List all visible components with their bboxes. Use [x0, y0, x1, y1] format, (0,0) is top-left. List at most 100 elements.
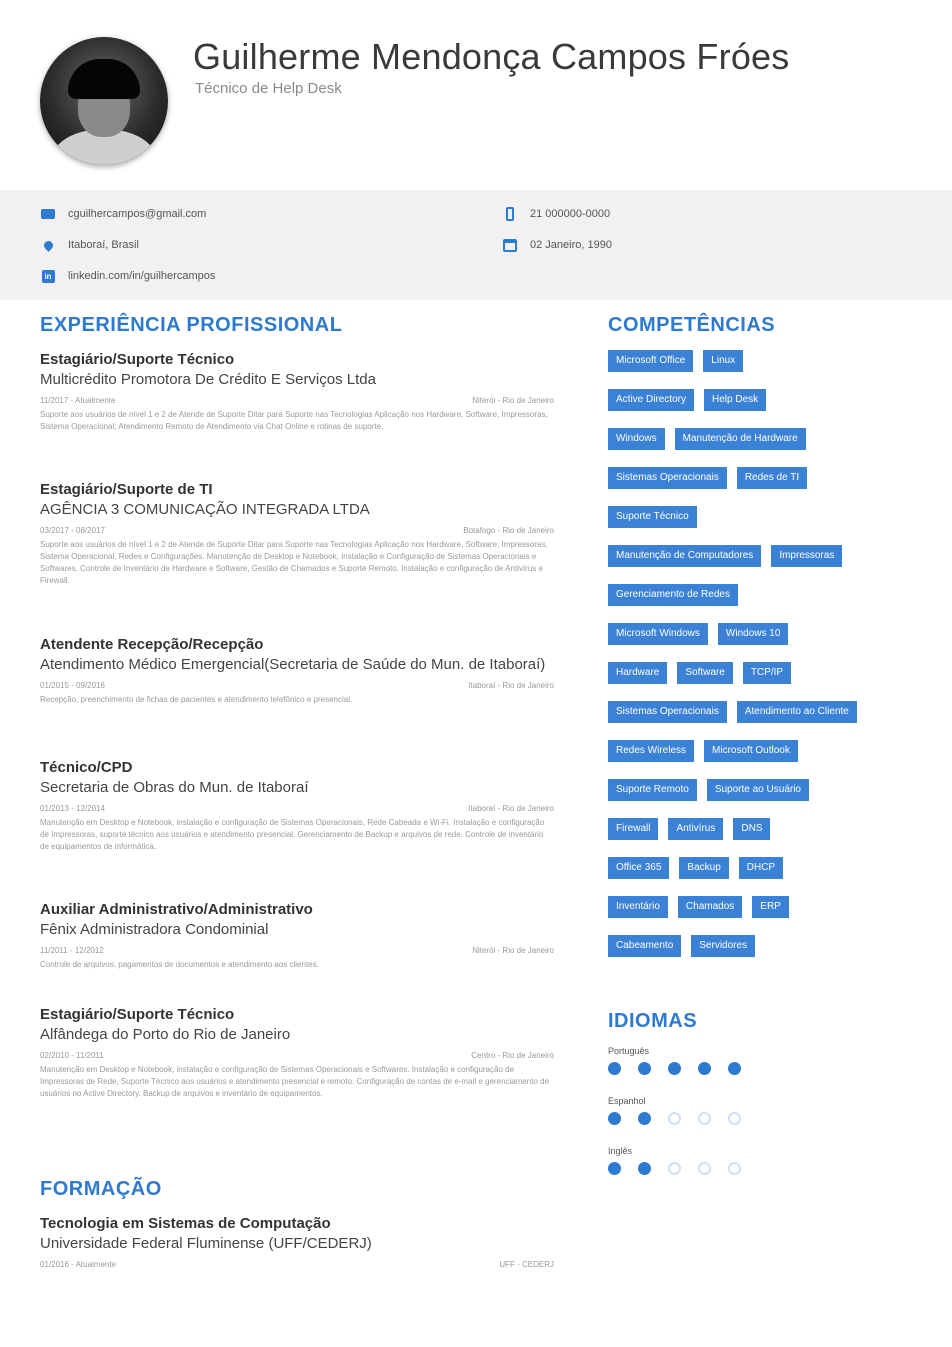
- skill-tag: Active Directory: [608, 389, 695, 411]
- skill-row: Microsoft Windows Windows 10: [608, 623, 908, 662]
- skill-row: Inventário Chamados ERP: [608, 896, 908, 935]
- language-item: Inglês: [608, 1146, 758, 1175]
- skill-tag: Microsoft Windows: [608, 623, 708, 645]
- location-pin-icon: [40, 238, 56, 252]
- job-description: Controle de arquivos, pagamentos de docu…: [40, 960, 319, 969]
- contact-linkedin[interactable]: in linkedin.com/in/guilhercampos: [40, 266, 215, 286]
- skill-row: Active Directory Help Desk: [608, 389, 908, 428]
- level-dot: [668, 1162, 681, 1175]
- skill-tag: Help Desk: [704, 389, 767, 411]
- job-title: Estagiário/Suporte Técnico: [40, 351, 235, 368]
- job-title: Estagiário/Suporte de TI: [40, 481, 213, 498]
- job-company: Alfândega do Porto do Rio de Janeiro: [40, 1026, 291, 1043]
- language-level: [608, 1162, 758, 1175]
- contact-location: Itaboraí, Brasil: [40, 235, 139, 255]
- skill-tag: Suporte Remoto: [608, 779, 697, 801]
- job-title: Estagiário/Suporte Técnico: [40, 1006, 235, 1023]
- job-company: Multicrédito Promotora De Crédito E Serv…: [40, 371, 376, 388]
- phone-icon: [502, 207, 518, 221]
- level-dot: [608, 1112, 621, 1125]
- job-description: Suporte aos usuários de nível 1 e 2 de A…: [40, 410, 548, 431]
- job-dates: 11/2011 - 12/2012: [40, 946, 104, 955]
- job-place: Niterói - Rio de Janeiro: [472, 396, 554, 405]
- school-name: Universidade Federal Fluminense (UFF/CED…: [40, 1235, 372, 1252]
- level-dot: [728, 1062, 741, 1075]
- skill-tag: Suporte ao Usuário: [706, 779, 809, 801]
- job-dates: 01/2015 - 09/2016: [40, 681, 105, 690]
- resume-page: Guilherme Mendonça Campos Fróes Técnico …: [0, 0, 952, 1347]
- skill-row: Sistemas Operacionais Redes de TI: [608, 467, 908, 506]
- skills-list: Microsoft Office Linux Active Directory Hel…: [608, 350, 908, 974]
- job-title: Técnico/CPD: [40, 759, 133, 776]
- skill-tag: Atendimento ao Cliente: [736, 701, 857, 723]
- education-item: Tecnologia em Sistemas de Computação Uni…: [40, 1214, 554, 1270]
- job-title: Atendente Recepção/Recepção: [40, 636, 264, 653]
- skill-row: Suporte Remoto Suporte ao Usuário: [608, 779, 908, 818]
- job-description: Suporte aos usuários de nível 1 e 2 de A…: [40, 540, 548, 585]
- resume-header: Guilherme Mendonça Campos Fróes Técnico …: [0, 0, 952, 190]
- level-dot: [728, 1112, 741, 1125]
- skill-tag: Windows 10: [717, 623, 789, 645]
- experience-item: Estagiário/Suporte de TI AGÊNCIA 3 COMUN…: [40, 480, 554, 587]
- section-title-experience: EXPERIÊNCIA PROFISSIONAL: [40, 314, 343, 336]
- job-description: Manutenção em Desktop e Notebook, instal…: [40, 1065, 550, 1098]
- skill-row: Redes Wireless Microsoft Outlook: [608, 740, 908, 779]
- experience-item: Técnico/CPD Secretaria de Obras do Mun. …: [40, 758, 554, 853]
- experience-item: Estagiário/Suporte Técnico Multicrédito …: [40, 350, 554, 433]
- language-name: Português: [608, 1046, 650, 1056]
- skill-row: Manutenção de Computadores Impressoras: [608, 545, 908, 584]
- calendar-icon: [502, 238, 518, 252]
- job-dates: 03/2017 - 08/2017: [40, 526, 105, 535]
- job-title: Auxiliar Administrativo/Administrativo: [40, 901, 313, 918]
- level-dot: [728, 1162, 741, 1175]
- level-dot: [698, 1062, 711, 1075]
- language-name: Inglês: [608, 1146, 633, 1156]
- level-dot: [668, 1062, 681, 1075]
- skill-tag: Firewall: [608, 818, 659, 840]
- job-place: Itaboraí - Rio de Janeiro: [468, 681, 554, 690]
- level-dot: [698, 1162, 711, 1175]
- job-dates: 11/2017 - Atualmente: [40, 396, 116, 405]
- section-title-languages: IDIOMAS: [608, 1010, 698, 1032]
- skill-row: Cabeamento Servidores: [608, 935, 908, 974]
- skill-tag: Microsoft Office: [608, 350, 694, 372]
- job-dates: 02/2010 - 11/2011: [40, 1051, 104, 1060]
- skill-row: Gerenciamento de Redes: [608, 584, 908, 623]
- skill-row: Microsoft Office Linux: [608, 350, 908, 389]
- experience-item: Auxiliar Administrativo/Administrativo F…: [40, 900, 554, 971]
- language-level: [608, 1112, 758, 1125]
- skill-tag: Chamados: [677, 896, 743, 918]
- skill-tag: Manutenção de Computadores: [608, 545, 762, 567]
- skill-tag: DHCP: [738, 857, 784, 879]
- skill-tag: Sistemas Operacionais: [608, 701, 727, 723]
- level-dot: [638, 1162, 651, 1175]
- job-company: Secretaria de Obras do Mun. de Itaboraí: [40, 779, 309, 796]
- contact-birthdate: 02 Janeiro, 1990: [502, 235, 612, 255]
- skill-tag: Manutenção de Hardware: [674, 428, 806, 450]
- job-place: Itaboraí - Rio de Janeiro: [468, 804, 554, 813]
- skill-tag: Software: [677, 662, 733, 684]
- language-item: Português: [608, 1046, 758, 1075]
- education-dates: 01/2016 - Atualmente: [40, 1260, 117, 1269]
- level-dot: [608, 1162, 621, 1175]
- section-title-skills: COMPETÊNCIAS: [608, 314, 776, 336]
- skill-row: Hardware Software TCP/IP: [608, 662, 908, 701]
- contact-phone[interactable]: 21 000000-0000: [502, 204, 610, 224]
- skill-tag: DNS: [733, 818, 771, 840]
- job-company: AGÊNCIA 3 COMUNICAÇÃO INTEGRADA LTDA: [40, 501, 370, 518]
- skill-tag: Redes de TI: [736, 467, 808, 489]
- job-description: Recepção, preenchimento de fichas de pac…: [40, 695, 353, 704]
- skill-row: Sistemas Operacionais Atendimento ao Clie…: [608, 701, 908, 740]
- skill-tag: Cabeamento: [608, 935, 682, 957]
- skill-tag: Antivírus: [668, 818, 724, 840]
- skill-tag: Hardware: [608, 662, 668, 684]
- skill-row: Office 365 Backup DHCP: [608, 857, 908, 896]
- level-dot: [608, 1062, 621, 1075]
- level-dot: [638, 1112, 651, 1125]
- skill-row: Windows Manutenção de Hardware: [608, 428, 908, 467]
- job-place: Niterói - Rio de Janeiro: [472, 946, 554, 955]
- contact-email[interactable]: cguilhercampos@gmail.com: [40, 204, 206, 224]
- skill-tag: Office 365: [608, 857, 670, 879]
- avatar: [40, 37, 168, 165]
- contact-bar: cguilhercampos@gmail.com Itaboraí, Brasi…: [0, 190, 952, 300]
